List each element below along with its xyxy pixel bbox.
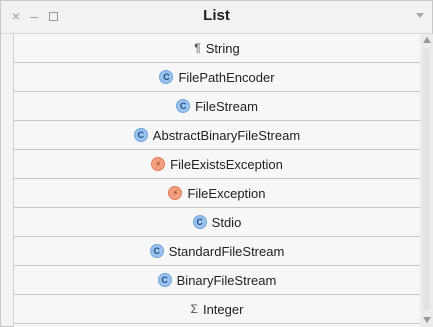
pilcrow-icon: ¶ [194, 41, 201, 55]
list-item[interactable]: C AbstractBinaryFileStream [14, 121, 420, 150]
scroll-down-arrow-icon[interactable] [423, 317, 431, 323]
list-item[interactable]: Σ Integer [14, 295, 420, 324]
class-icon: C [133, 128, 148, 142]
sigma-icon: Σ [190, 302, 198, 316]
list-item-label: String [205, 40, 240, 56]
exception-icon: ⚡ [151, 157, 166, 171]
class-icon: C [176, 99, 191, 113]
window-title: List [203, 7, 230, 24]
list-item[interactable]: C FileStream [14, 92, 420, 121]
list-item-label: FileStream [195, 98, 258, 114]
list-item[interactable]: ¶ String [14, 34, 420, 63]
list-item[interactable]: C FilePathEncoder [14, 63, 420, 92]
list-item-label: FilePathEncoder [178, 69, 275, 85]
list-item-label: StandardFileStream [168, 243, 285, 259]
list-item-label: BinaryFileStream [176, 272, 277, 288]
class-icon: C [149, 244, 164, 258]
title-bar: × – List [1, 1, 432, 34]
class-icon: C [159, 70, 174, 84]
window-menu-chevron-down-icon[interactable] [416, 13, 424, 18]
list-item[interactable]: C StandardFileStream [14, 237, 420, 266]
scrollbar-track[interactable] [423, 48, 430, 310]
list-item-label: FileExistsException [170, 156, 283, 172]
list-item[interactable]: C Stdio [14, 208, 420, 237]
list-item[interactable]: C BinaryFileStream [14, 266, 420, 295]
vertical-scrollbar[interactable] [420, 34, 433, 327]
list-item[interactable]: ⚡ FileExistsException [14, 150, 420, 179]
list-item-label: AbstractBinaryFileStream [152, 127, 301, 143]
list-window: × – List ¶ String C FilePathEncoder C FileStr… [0, 0, 433, 327]
scroll-up-arrow-icon[interactable] [423, 37, 431, 43]
list-item-label: Stdio [211, 214, 242, 230]
list-item[interactable]: ⚡ FileException [14, 179, 420, 208]
class-list: ¶ String C FilePathEncoder C FileStream C Abstr… [13, 34, 420, 327]
exception-icon: ⚡ [168, 186, 183, 200]
list-item-label: Integer [202, 301, 244, 317]
list-item-label: FileException [187, 185, 266, 201]
class-icon: C [192, 215, 207, 229]
class-icon: C [157, 273, 172, 287]
